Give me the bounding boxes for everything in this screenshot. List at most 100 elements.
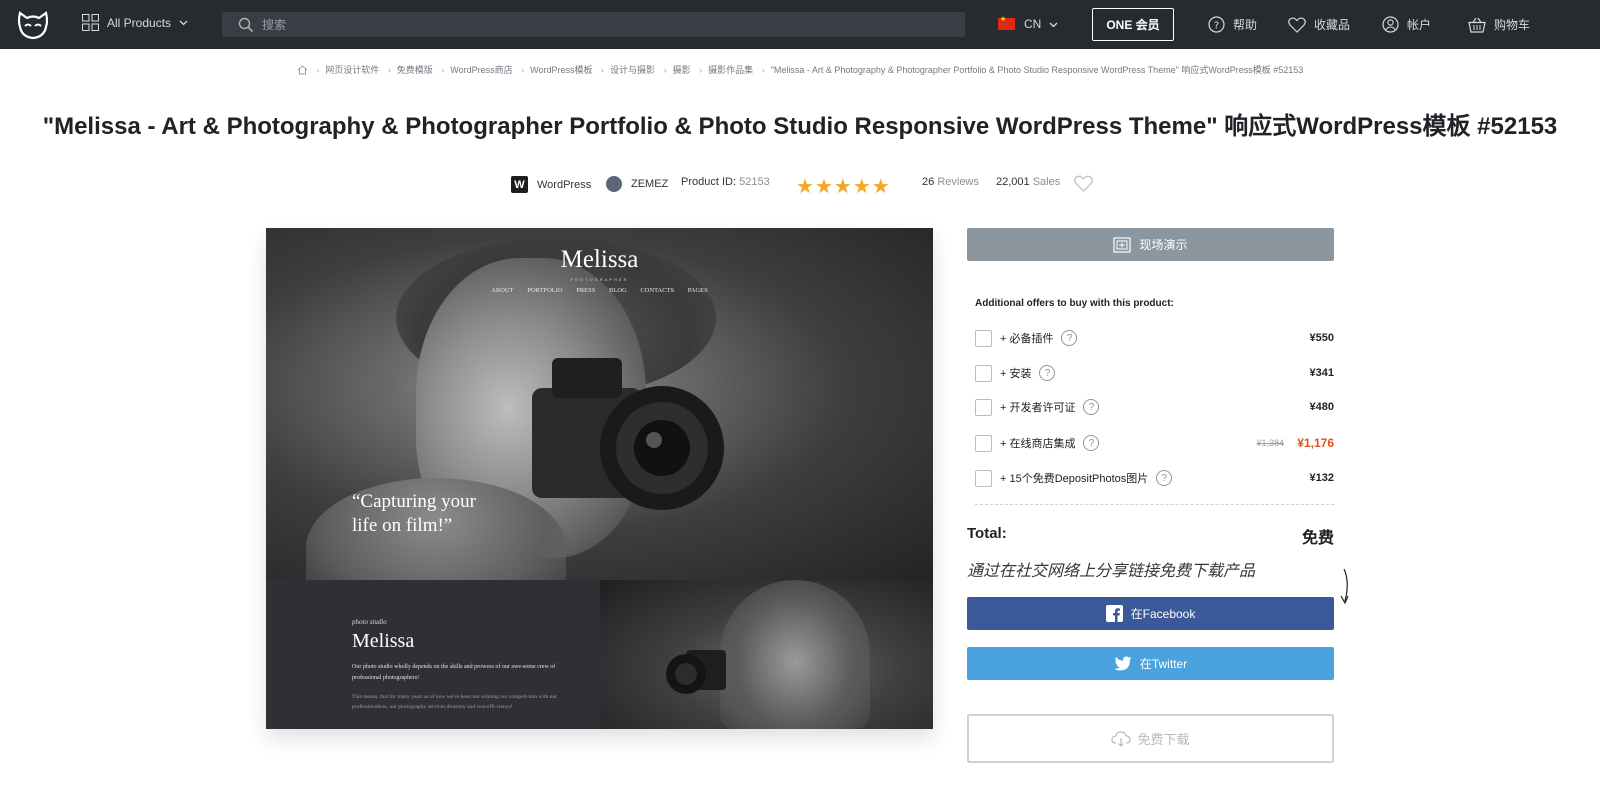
rating-stars[interactable]: ★★★★★ bbox=[796, 174, 891, 199]
preview-menu-item: PORTFOLIO bbox=[527, 287, 563, 294]
help-icon[interactable]: ? bbox=[1083, 435, 1100, 451]
breadcrumb-item[interactable]: WordPress模板 bbox=[530, 65, 592, 75]
twitter-share-button[interactable]: 在Twitter bbox=[967, 647, 1334, 680]
free-download-label: 免费下载 bbox=[1137, 732, 1190, 747]
offers-title: Additional offers to buy with this produ… bbox=[975, 298, 1174, 309]
page-title: "Melissa - Art & Photography & Photograp… bbox=[42, 113, 1558, 140]
product-meta: W WordPress ZEMEZ Product ID: 52153 ★★★★… bbox=[0, 172, 1600, 198]
help-icon[interactable]: ? bbox=[1061, 330, 1078, 346]
offer-row: + 在线商店集成 ? ¥1,384 ¥1,176 bbox=[975, 433, 1334, 453]
help-icon[interactable]: ? bbox=[1083, 399, 1100, 415]
facebook-share-button[interactable]: 在Facebook bbox=[967, 597, 1334, 630]
preview-menu-item: BLOG bbox=[609, 287, 627, 294]
cloud-download-icon bbox=[1111, 730, 1132, 747]
star-icon: ★ bbox=[833, 176, 853, 198]
offer-checkbox[interactable] bbox=[975, 329, 992, 347]
language-selector[interactable]: CN bbox=[998, 15, 1058, 31]
preview-menu-item: CONTACTS bbox=[640, 287, 675, 294]
offer-checkbox[interactable] bbox=[975, 469, 992, 487]
search-icon bbox=[238, 17, 254, 32]
breadcrumb-item[interactable]: 网页设计软件 bbox=[325, 65, 379, 75]
cart-label: 购物车 bbox=[1494, 18, 1531, 32]
live-demo-button[interactable]: 现场演示 bbox=[967, 228, 1334, 261]
offer-checkbox[interactable] bbox=[975, 398, 992, 416]
wordpress-icon: W bbox=[511, 176, 528, 193]
breadcrumb-item[interactable]: WordPress商店 bbox=[450, 65, 512, 75]
facebook-icon bbox=[1105, 605, 1123, 622]
free-download-button[interactable]: 免费下载 bbox=[967, 714, 1334, 763]
offer-price: ¥480 bbox=[1309, 401, 1334, 413]
author-badge[interactable]: ZEMEZ bbox=[606, 176, 668, 192]
breadcrumb-current: "Melissa - Art & Photography & Photograp… bbox=[770, 65, 1304, 75]
preview-quote: “Capturing your life on film!” bbox=[352, 491, 477, 536]
preview-menu: ABOUT PORTFOLIO PRESS BLOG CONTACTS PAGE… bbox=[266, 287, 933, 294]
reviews-link[interactable]: 26 Reviews bbox=[922, 176, 979, 188]
search-bar bbox=[222, 12, 965, 37]
favorites-link[interactable]: 收藏品 bbox=[1288, 16, 1350, 33]
preview-brand: Melissa bbox=[560, 246, 639, 273]
one-membership-button[interactable]: ONE 会员 bbox=[1092, 8, 1174, 41]
china-flag-icon bbox=[998, 15, 1015, 30]
offer-row: + 必备插件 ? ¥550 bbox=[975, 328, 1334, 348]
heart-icon bbox=[1288, 16, 1306, 33]
offer-label: + 15个免费DepositPhotos图片 bbox=[1000, 473, 1149, 485]
monitor-icon bbox=[1113, 236, 1132, 253]
offer-price: ¥132 bbox=[1309, 472, 1334, 484]
author-label: ZEMEZ bbox=[631, 178, 669, 190]
offer-checkbox[interactable] bbox=[975, 434, 992, 452]
product-id-value: 52153 bbox=[739, 176, 770, 188]
home-icon[interactable] bbox=[297, 65, 308, 75]
platform-badge[interactable]: W WordPress bbox=[511, 176, 591, 193]
studio-text: Our photo studio wholly depends on the s… bbox=[352, 664, 556, 681]
breadcrumb-item[interactable]: 摄影 bbox=[673, 65, 691, 75]
total-label: Total: bbox=[967, 525, 1007, 542]
offer-label: + 安装 bbox=[1000, 368, 1032, 380]
twitter-icon bbox=[1114, 656, 1132, 671]
sales-value: 22,001 bbox=[996, 176, 1030, 188]
offer-row: + 安装 ? ¥341 bbox=[975, 363, 1334, 383]
all-products-menu[interactable]: All Products bbox=[82, 14, 188, 31]
help-label: 帮助 bbox=[1233, 18, 1258, 32]
question-circle-icon: ? bbox=[1208, 16, 1225, 33]
cart-link[interactable]: 购物车 bbox=[1468, 16, 1530, 33]
chevron-down-icon bbox=[1049, 22, 1058, 27]
offer-label: + 开发者许可证 bbox=[1000, 402, 1076, 414]
account-label: 帐户 bbox=[1407, 18, 1432, 32]
chevron-down-icon bbox=[179, 20, 188, 26]
breadcrumb-item[interactable]: 摄影作品集 bbox=[708, 65, 753, 75]
product-id: Product ID: 52153 bbox=[681, 176, 770, 188]
breadcrumb-item[interactable]: 免费模版 bbox=[397, 65, 433, 75]
offer-old-price: ¥1,384 bbox=[1256, 438, 1284, 448]
offer-label: + 在线商店集成 bbox=[1000, 438, 1076, 450]
star-icon: ★ bbox=[796, 176, 815, 198]
preview-menu-item: PAGES bbox=[687, 287, 708, 294]
star-icon: ★ bbox=[871, 176, 891, 198]
sales-label: Sales bbox=[1032, 176, 1061, 188]
star-icon: ★ bbox=[852, 176, 872, 198]
breadcrumb-item[interactable]: 设计与摄影 bbox=[610, 65, 655, 75]
offers-divider bbox=[975, 504, 1334, 505]
offer-label: + 必备插件 bbox=[1000, 333, 1054, 345]
account-link[interactable]: 帐户 bbox=[1382, 16, 1431, 33]
offer-row: + 开发者许可证 ? ¥480 bbox=[975, 397, 1334, 417]
reviews-label: Reviews bbox=[937, 176, 979, 188]
live-demo-label: 现场演示 bbox=[1139, 238, 1188, 252]
all-products-label: All Products bbox=[107, 15, 172, 30]
favorite-heart-icon[interactable] bbox=[1074, 175, 1093, 192]
theme-preview-image[interactable]: Melissa PHOTOGRAPHER ABOUT PORTFOLIO PRE… bbox=[266, 228, 933, 729]
breadcrumb: › 网页设计软件 › 免费模版 › WordPress商店 › WordPress模板 … bbox=[0, 63, 1600, 76]
favorites-label: 收藏品 bbox=[1314, 18, 1351, 32]
sales-count: 22,001 Sales bbox=[996, 176, 1060, 188]
search-input[interactable] bbox=[262, 17, 942, 32]
top-navbar: All Products CN ONE 会员 ? 帮助 收藏品 帐户 购物车 bbox=[0, 0, 1600, 49]
camera-icon bbox=[532, 358, 724, 510]
help-icon[interactable]: ? bbox=[1156, 470, 1173, 486]
preview-menu-item: ABOUT bbox=[491, 287, 514, 294]
user-icon bbox=[1382, 16, 1399, 33]
offer-checkbox[interactable] bbox=[975, 364, 992, 382]
reviews-count: 26 bbox=[922, 176, 935, 188]
help-icon[interactable]: ? bbox=[1039, 365, 1056, 381]
woman-shape bbox=[720, 580, 870, 729]
templatemonster-logo-icon[interactable] bbox=[16, 9, 50, 40]
help-link[interactable]: ? 帮助 bbox=[1208, 16, 1257, 33]
